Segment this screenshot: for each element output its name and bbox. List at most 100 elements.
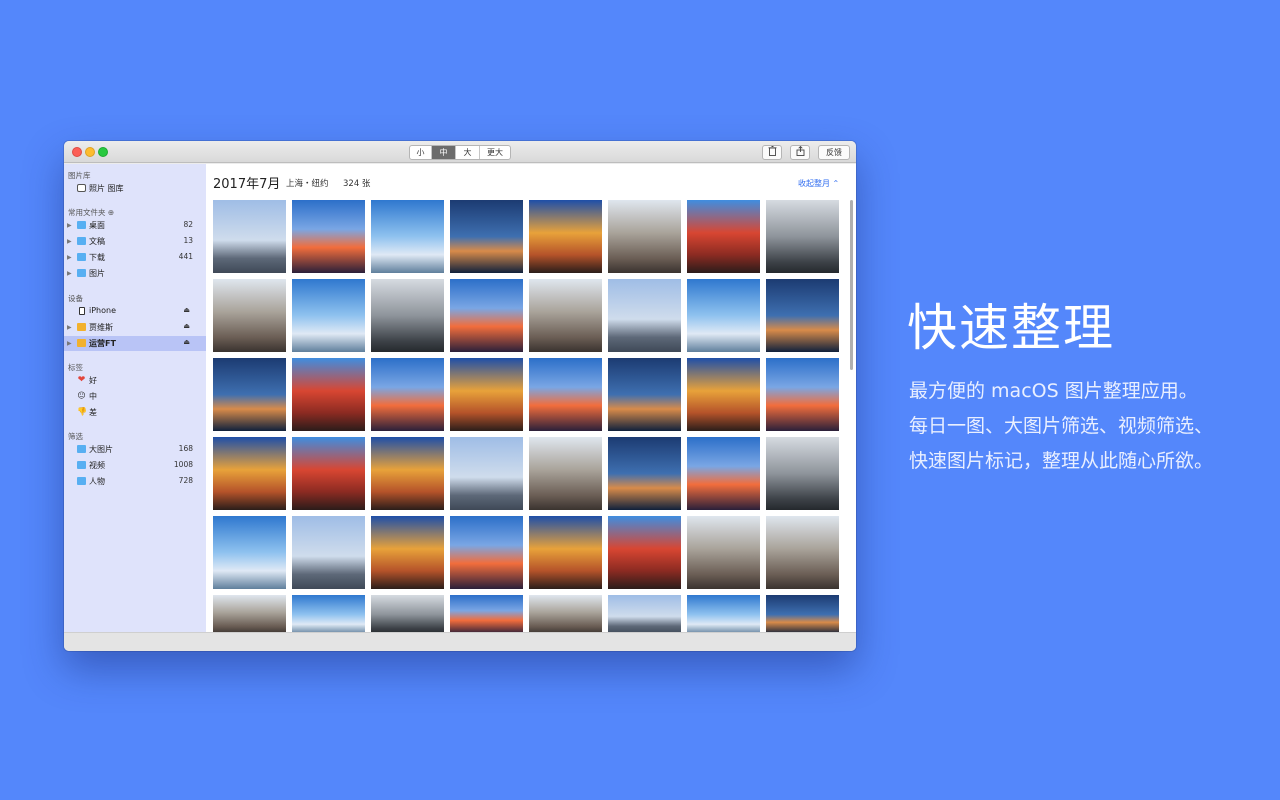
photo-thumbnail[interactable] (687, 516, 760, 589)
scrollbar[interactable] (850, 200, 853, 370)
sidebar-item-videos[interactable]: 视频 1008 (64, 458, 206, 473)
share-button[interactable] (790, 145, 810, 160)
photo-thumbnail[interactable] (766, 595, 839, 634)
photo-thumbnail[interactable] (292, 516, 365, 589)
photo-thumbnail[interactable] (687, 358, 760, 431)
photo-thumbnail[interactable] (450, 200, 523, 273)
photo-thumbnail[interactable] (608, 358, 681, 431)
photo-thumbnail[interactable] (608, 200, 681, 273)
item-count: 728 (178, 476, 193, 485)
promo-line: 每日一图、大图片筛选、视频筛选、 (909, 415, 1214, 437)
eject-icon[interactable]: ⏏ (183, 338, 190, 346)
feedback-button[interactable]: 反馈 (818, 145, 850, 160)
disclosure-triangle-icon[interactable]: ▶ (67, 324, 72, 331)
neutral-face-icon: 😐 (77, 391, 86, 400)
minimize-window-button[interactable] (85, 147, 95, 157)
close-window-button[interactable] (72, 147, 82, 157)
photo-thumbnail[interactable] (608, 595, 681, 634)
disclosure-triangle-icon[interactable]: ▶ (67, 270, 72, 277)
sidebar-item-tag-good[interactable]: ❤ 好 (64, 373, 206, 388)
photo-thumbnail[interactable] (371, 516, 444, 589)
photo-thumbnail[interactable] (292, 595, 365, 634)
photo-thumbnail[interactable] (450, 595, 523, 634)
collapse-month-link[interactable]: 收起整月 ⌃ (798, 178, 839, 189)
sidebar-item-yunying-ft[interactable]: ▶ 运营FT ⏏ (64, 336, 206, 351)
photo-thumbnail[interactable] (450, 516, 523, 589)
add-folder-icon[interactable]: ⊕ (108, 208, 114, 217)
folder-icon (77, 237, 86, 245)
photo-thumbnail[interactable] (687, 595, 760, 634)
photo-thumbnail[interactable] (608, 279, 681, 352)
photo-thumbnail[interactable] (608, 516, 681, 589)
size-large-button[interactable]: 大 (456, 146, 480, 159)
photo-thumbnail[interactable] (450, 358, 523, 431)
photo-thumbnail[interactable] (292, 200, 365, 273)
sidebar-item-tag-bad[interactable]: 👎 差 (64, 405, 206, 420)
sidebar-item-label: 人物 (89, 477, 105, 486)
photo-thumbnail[interactable] (766, 516, 839, 589)
iphone-icon (79, 307, 85, 315)
photo-thumbnail[interactable] (766, 358, 839, 431)
photo-thumbnail[interactable] (529, 595, 602, 634)
photo-thumbnail[interactable] (213, 358, 286, 431)
disclosure-triangle-icon[interactable]: ▶ (67, 222, 72, 229)
size-xlarge-button[interactable]: 更大 (480, 146, 510, 159)
trash-button[interactable] (762, 145, 782, 160)
zoom-window-button[interactable] (98, 147, 108, 157)
disk-icon (77, 323, 86, 331)
sidebar-item-tag-neutral[interactable]: 😐 中 (64, 389, 206, 404)
sidebar-item-pictures[interactable]: ▶ 图片 (64, 266, 206, 281)
photo-thumbnail[interactable] (687, 279, 760, 352)
sidebar-item-jarvis[interactable]: ▶ 贾维斯 ⏏ (64, 320, 206, 335)
sidebar-item-large-images[interactable]: 大图片 168 (64, 442, 206, 457)
photo-thumbnail[interactable] (608, 437, 681, 510)
photo-thumbnail[interactable] (292, 358, 365, 431)
sidebar-item-documents[interactable]: ▶ 文稿 13 (64, 234, 206, 249)
eject-icon[interactable]: ⏏ (183, 322, 190, 330)
photo-thumbnail[interactable] (529, 279, 602, 352)
photo-thumbnail[interactable] (766, 279, 839, 352)
photo-thumbnail[interactable] (371, 358, 444, 431)
photo-thumbnail[interactable] (213, 200, 286, 273)
share-icon (796, 145, 804, 156)
photo-thumbnail[interactable] (292, 437, 365, 510)
app-window: 小 中 大 更大 反馈 图片库 照片 图库 常用文件夹 ⊕ ▶ 桌面 82 ▶ … (64, 141, 856, 651)
sidebar-item-desktop[interactable]: ▶ 桌面 82 (64, 218, 206, 233)
sidebar-section-library: 图片库 (68, 171, 91, 180)
photo-thumbnail[interactable] (213, 595, 286, 634)
photo-thumbnail[interactable] (529, 516, 602, 589)
photo-thumbnail[interactable] (213, 437, 286, 510)
photo-thumbnail[interactable] (529, 200, 602, 273)
photo-thumbnail[interactable] (529, 437, 602, 510)
sidebar-item-label: 下载 (89, 253, 105, 262)
disclosure-triangle-icon[interactable]: ▶ (67, 238, 72, 245)
sidebar-section-folders: 常用文件夹 ⊕ (68, 208, 115, 217)
photo-thumbnail[interactable] (213, 516, 286, 589)
photo-thumbnail[interactable] (766, 437, 839, 510)
photo-thumbnail[interactable] (450, 279, 523, 352)
location-label: 上海・纽约 (286, 179, 329, 189)
disclosure-triangle-icon[interactable]: ▶ (67, 254, 72, 261)
sidebar-item-iphone[interactable]: iPhone ⏏ (64, 304, 206, 319)
eject-icon[interactable]: ⏏ (183, 306, 190, 314)
photo-thumbnail[interactable] (529, 358, 602, 431)
photo-thumbnail[interactable] (371, 279, 444, 352)
size-medium-button[interactable]: 中 (432, 146, 456, 159)
photo-thumbnail[interactable] (371, 437, 444, 510)
sidebar-section-devices: 设备 (68, 294, 83, 303)
photo-thumbnail[interactable] (213, 279, 286, 352)
photo-thumbnail[interactable] (371, 595, 444, 634)
promo-line: 最方便的 macOS 图片整理应用。 (909, 380, 1198, 402)
disclosure-triangle-icon[interactable]: ▶ (67, 340, 72, 347)
photo-thumbnail[interactable] (687, 437, 760, 510)
sidebar-item-downloads[interactable]: ▶ 下载 441 (64, 250, 206, 265)
size-small-button[interactable]: 小 (410, 146, 432, 159)
sidebar-item-people[interactable]: 人物 728 (64, 474, 206, 489)
photo-thumbnail[interactable] (371, 200, 444, 273)
sidebar-item-photos-library[interactable]: 照片 图库 (64, 181, 206, 196)
photo-thumbnail[interactable] (766, 200, 839, 273)
item-count: 1008 (173, 460, 193, 469)
photo-thumbnail[interactable] (687, 200, 760, 273)
photo-thumbnail[interactable] (292, 279, 365, 352)
photo-thumbnail[interactable] (450, 437, 523, 510)
